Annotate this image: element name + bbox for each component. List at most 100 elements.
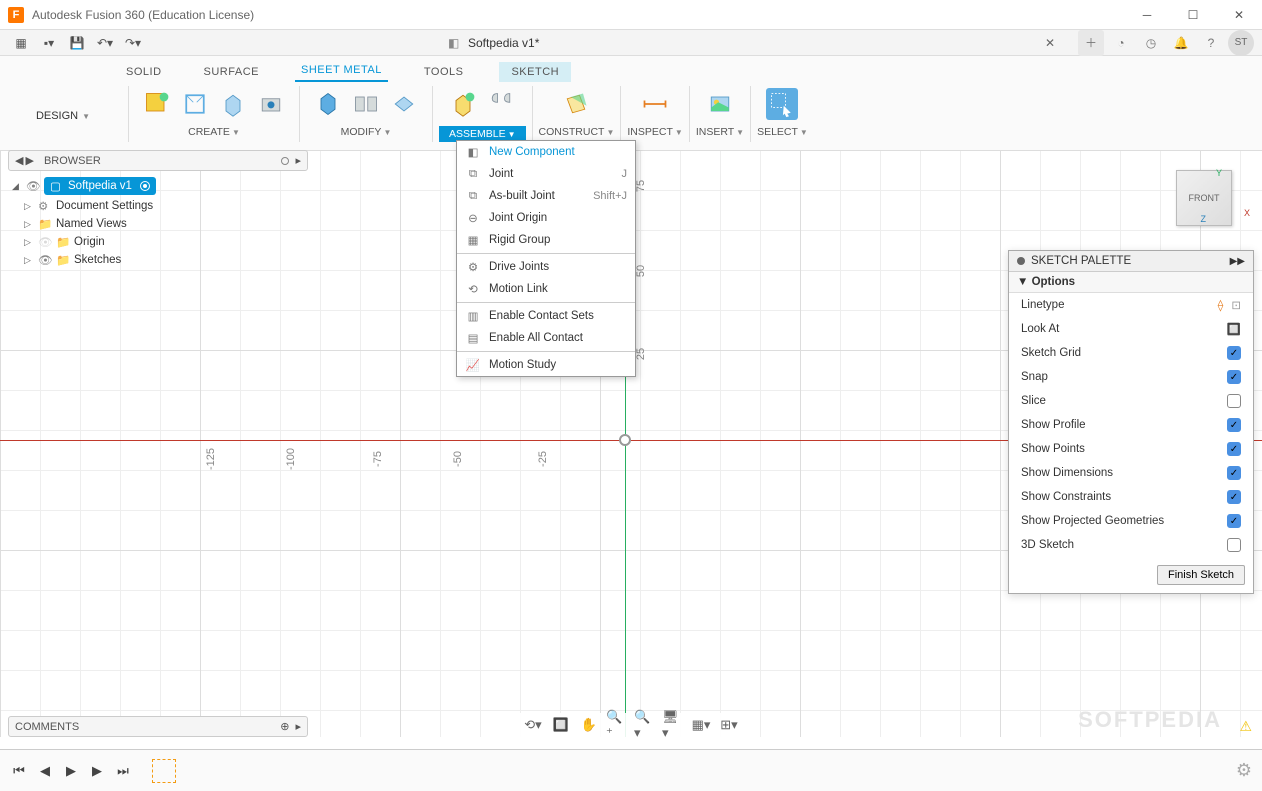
tab-sketch[interactable]: SKETCH: [499, 62, 571, 82]
create-label[interactable]: CREATE▼: [188, 126, 240, 138]
palette-row-show-dimensions[interactable]: Show Dimensions✓: [1009, 461, 1253, 485]
joint-icon[interactable]: [485, 88, 517, 120]
fit-button[interactable]: 🔍▾: [634, 715, 656, 735]
palette-row-show-profile[interactable]: Show Profile✓: [1009, 413, 1253, 437]
comments-panel[interactable]: COMMENTS ⊕▸: [8, 716, 308, 737]
data-panel-button[interactable]: ▦: [8, 31, 34, 55]
palette-section[interactable]: ▼ Options: [1009, 272, 1253, 293]
tree-item-sketches[interactable]: ▷👁📁Sketches: [20, 251, 308, 269]
help-button[interactable]: ?: [1198, 30, 1224, 56]
file-menu-button[interactable]: ▪▾: [36, 31, 62, 55]
warning-icon[interactable]: ⚠: [1239, 718, 1252, 735]
tree-item-docsettings[interactable]: ▷⚙Document Settings: [20, 197, 308, 215]
palette-row-show-points[interactable]: Show Points✓: [1009, 437, 1253, 461]
add-comment-icon[interactable]: ⊕: [280, 720, 289, 733]
browser-header[interactable]: ◀▶ BROWSER ▸: [8, 150, 308, 171]
insert-icon[interactable]: [704, 88, 736, 120]
palette-row-3d-sketch[interactable]: 3D Sketch: [1009, 533, 1253, 557]
flange-icon[interactable]: [179, 88, 211, 120]
undo-button[interactable]: ↶▾: [92, 31, 118, 55]
timeline-prev[interactable]: ◀: [36, 762, 54, 780]
hole-icon[interactable]: [255, 88, 287, 120]
checkbox[interactable]: ✓: [1227, 442, 1241, 456]
checkbox[interactable]: ✓: [1227, 370, 1241, 384]
tree-item-origin[interactable]: ▷👁📁Origin: [20, 233, 308, 251]
tab-solid[interactable]: SOLID: [120, 62, 168, 82]
select-label[interactable]: SELECT▼: [757, 126, 808, 138]
palette-row-snap[interactable]: Snap✓: [1009, 365, 1253, 389]
timeline-feature[interactable]: [152, 759, 176, 783]
display-button[interactable]: 🖥▾: [662, 715, 684, 735]
construct-label[interactable]: CONSTRUCT▼: [539, 126, 615, 138]
close-button[interactable]: ✕: [1216, 0, 1262, 30]
tree-item-namedviews[interactable]: ▷📁Named Views: [20, 215, 308, 233]
menu-enable-contact-sets[interactable]: ▥Enable Contact Sets: [457, 305, 635, 327]
checkbox[interactable]: ✓: [1227, 490, 1241, 504]
tree-root[interactable]: ◢👁 ▢Softpedia v1: [8, 175, 308, 197]
zoom-button[interactable]: 🔍⁺: [606, 715, 628, 735]
orbit-button[interactable]: ⟲▾: [522, 715, 544, 735]
tab-surface[interactable]: SURFACE: [198, 62, 265, 82]
timeline-settings[interactable]: ⚙: [1236, 760, 1252, 781]
viewport-button[interactable]: ⊞▾: [718, 715, 740, 735]
document-tab[interactable]: ◧ Softpedia v1*: [448, 36, 539, 50]
measure-icon[interactable]: [639, 88, 671, 120]
extensions-button[interactable]: ◔: [1108, 30, 1134, 56]
tick: 50: [635, 265, 647, 277]
finish-sketch-button[interactable]: Finish Sketch: [1157, 565, 1245, 585]
new-sketch-icon[interactable]: [141, 88, 173, 120]
save-button[interactable]: 💾: [64, 31, 90, 55]
checkbox[interactable]: [1227, 394, 1241, 408]
maximize-button[interactable]: ☐: [1170, 0, 1216, 30]
menu-joint-origin[interactable]: ⊖Joint Origin: [457, 207, 635, 229]
timeline-start[interactable]: ⏮: [10, 762, 28, 780]
menu-asbuilt-joint[interactable]: ⧉As-built JointShift+J: [457, 185, 635, 207]
checkbox[interactable]: ✓: [1227, 514, 1241, 528]
press-pull-icon[interactable]: [312, 88, 344, 120]
tab-sheetmetal[interactable]: SHEET METAL: [295, 60, 388, 82]
checkbox[interactable]: ✓: [1227, 418, 1241, 432]
unfold-icon[interactable]: [350, 88, 382, 120]
menu-new-component[interactable]: ◧New Component: [457, 141, 635, 163]
insert-label[interactable]: INSERT▼: [696, 126, 744, 138]
extrude-icon[interactable]: [217, 88, 249, 120]
checkbox[interactable]: ✓: [1227, 346, 1241, 360]
close-tab-button[interactable]: ✕: [1030, 36, 1070, 50]
new-design-button[interactable]: ＋: [1078, 30, 1104, 56]
browser-panel: ◀▶ BROWSER ▸ ◢👁 ▢Softpedia v1 ▷⚙Document…: [8, 150, 308, 269]
palette-row-show-constraints[interactable]: Show Constraints✓: [1009, 485, 1253, 509]
timeline-end[interactable]: ⏭: [114, 762, 132, 780]
palette-row-sketch-grid[interactable]: Sketch Grid✓: [1009, 341, 1253, 365]
palette-row-slice[interactable]: Slice: [1009, 389, 1253, 413]
menu-motion-link[interactable]: ⟲Motion Link: [457, 278, 635, 300]
new-component-icon[interactable]: [447, 88, 479, 120]
palette-header[interactable]: SKETCH PALETTE▶▶: [1009, 251, 1253, 272]
minimize-button[interactable]: ─: [1124, 0, 1170, 30]
modify-label[interactable]: MODIFY▼: [341, 126, 392, 138]
redo-button[interactable]: ↷▾: [120, 31, 146, 55]
construct-plane-icon[interactable]: [560, 88, 592, 120]
menu-joint[interactable]: ⧉JointJ: [457, 163, 635, 185]
notifications-button[interactable]: 🔔: [1168, 30, 1194, 56]
menu-enable-all-contact[interactable]: ▤Enable All Contact: [457, 327, 635, 349]
job-status-button[interactable]: ◷: [1138, 30, 1164, 56]
timeline-play[interactable]: ▶: [62, 762, 80, 780]
user-avatar[interactable]: ST: [1228, 30, 1254, 56]
palette-row-look-at[interactable]: Look At🔲: [1009, 317, 1253, 341]
checkbox[interactable]: [1227, 538, 1241, 552]
tab-tools[interactable]: TOOLS: [418, 62, 470, 82]
menu-rigid-group[interactable]: ▦Rigid Group: [457, 229, 635, 251]
select-icon[interactable]: [766, 88, 798, 120]
menu-drive-joints[interactable]: ⚙Drive Joints: [457, 256, 635, 278]
inspect-label[interactable]: INSPECT▼: [627, 126, 682, 138]
menu-motion-study[interactable]: 📈Motion Study: [457, 354, 635, 376]
pan-button[interactable]: ✋: [578, 715, 600, 735]
checkbox[interactable]: ✓: [1227, 466, 1241, 480]
palette-row-show-projected-geometries[interactable]: Show Projected Geometries✓: [1009, 509, 1253, 533]
palette-row-linetype[interactable]: Linetype⟠⊡: [1009, 293, 1253, 317]
flat-pattern-icon[interactable]: [388, 88, 420, 120]
timeline-next[interactable]: ▶: [88, 762, 106, 780]
workspace-switcher[interactable]: DESIGN▼: [8, 86, 118, 146]
look-at-button[interactable]: 🔲: [550, 715, 572, 735]
grid-button[interactable]: ▦▾: [690, 715, 712, 735]
